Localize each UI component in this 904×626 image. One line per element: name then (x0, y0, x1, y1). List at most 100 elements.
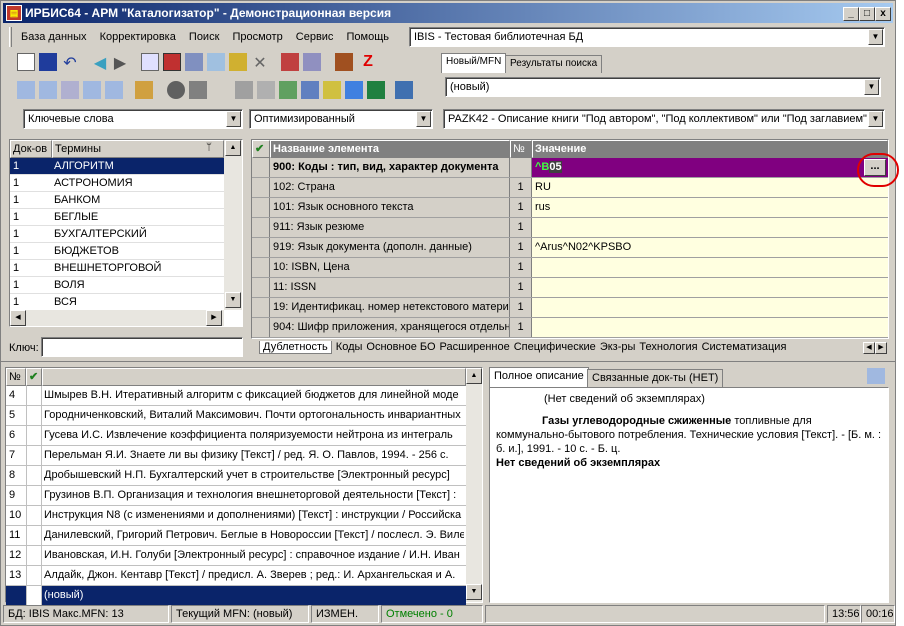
dict-row[interactable]: 1 БАНКОМ (10, 192, 224, 209)
result-row[interactable]: 7 Перельман Я.И. Знаете ли вы физику [Тек… (6, 446, 466, 466)
print-preview-icon[interactable] (257, 81, 275, 99)
table-icon[interactable] (163, 53, 181, 71)
tab-systematization[interactable]: Систематизация (702, 341, 787, 353)
result-row-check[interactable] (26, 506, 42, 525)
menu-search[interactable]: Поиск (189, 31, 219, 43)
undo-icon[interactable]: ↶ (61, 53, 79, 72)
editor-row[interactable]: 919: Язык документа (дополн. данные) 1 ^Ar… (252, 238, 888, 258)
tab-search-results[interactable]: Результаты поиска (505, 55, 603, 73)
dict-row[interactable]: 1 ВОЛЯ (10, 277, 224, 294)
editor-row[interactable]: 101: Язык основного текста 1 rus (252, 198, 888, 218)
search-type-select[interactable]: Ключевые слова ▼ (23, 109, 243, 129)
z3950-icon[interactable]: Z (359, 53, 377, 71)
result-row-check[interactable] (26, 426, 42, 445)
scroll-down-icon[interactable]: ▼ (466, 584, 482, 600)
results-col-check[interactable]: ✔ (26, 368, 42, 386)
dict-hscroll[interactable]: ◀ ▶ (10, 310, 224, 326)
menu-database[interactable]: База данных (21, 31, 87, 43)
splitter[interactable] (1, 361, 895, 362)
tab-technology[interactable]: Технология (639, 341, 697, 353)
worksheet-select[interactable]: PAZK42 - Описание книги "Под автором", "… (443, 109, 885, 129)
menu-view[interactable]: Просмотр (232, 31, 282, 43)
editor-row-value[interactable] (532, 278, 888, 297)
dict-vscroll[interactable]: ▲ ▼ (224, 140, 242, 310)
chevron-down-icon[interactable]: ▼ (416, 111, 431, 127)
chevron-down-icon[interactable]: ▼ (226, 111, 241, 127)
help-icon[interactable] (395, 81, 413, 99)
tab-codes[interactable]: Коды (336, 341, 363, 353)
result-row-check[interactable] (26, 566, 42, 585)
dict-row[interactable]: 1 БЕГЛЫЕ (10, 209, 224, 226)
results-col-no[interactable]: № (6, 368, 26, 386)
tab-full-desc[interactable]: Полное описание (489, 367, 589, 387)
tab-doublets[interactable]: Дублетность (259, 341, 332, 354)
search-mode-select[interactable]: Оптимизированный ▼ (249, 109, 433, 129)
result-row-check[interactable] (26, 526, 42, 545)
tab-new-mfn[interactable]: Новый/MFN (441, 53, 507, 73)
back-icon[interactable]: ◀ (91, 53, 109, 72)
view-icon[interactable] (167, 81, 185, 99)
result-row-check[interactable] (26, 586, 42, 605)
result-row[interactable]: 6 Гусева И.С. Извлечение коэффициента пол… (6, 426, 466, 446)
tree-icon[interactable] (207, 53, 225, 71)
result-row-check[interactable] (26, 546, 42, 565)
editor-row[interactable]: 900: Коды : тип, вид, характер документа… (252, 158, 888, 178)
tab-copies[interactable]: Экз-ры (600, 341, 636, 353)
editor-row[interactable]: 102: Страна 1 RU (252, 178, 888, 198)
tab-extended[interactable]: Расширенное (440, 341, 510, 353)
database-select[interactable]: IBIS - Тестовая библиотечная БД ▼ (409, 27, 885, 47)
copy-record-icon[interactable] (141, 53, 159, 71)
menu-help[interactable]: Помощь (347, 31, 390, 43)
dict-row[interactable]: 1 БУХГАЛТЕРСКИЙ (10, 226, 224, 243)
result-row-check[interactable] (26, 486, 42, 505)
save-icon[interactable] (39, 53, 57, 71)
print-icon[interactable] (235, 81, 253, 99)
dict-col-docs[interactable]: Док-ов (10, 140, 52, 158)
scroll-up-icon[interactable]: ▲ (466, 368, 482, 384)
editor-row-value[interactable]: ^Arus^N02^KPSBO (532, 238, 888, 257)
result-row-check[interactable] (26, 386, 42, 405)
minimize-button[interactable]: _ (843, 7, 859, 21)
result-row[interactable]: 12 Ивановская, И.Н. Голуби [Электронный р… (6, 546, 466, 566)
col-value[interactable]: Значение (532, 140, 888, 158)
result-row-check[interactable] (26, 466, 42, 485)
result-row[interactable]: 11 Данилевский, Григорий Петрович. Беглые… (6, 526, 466, 546)
dict-row[interactable]: 1 ВСЯ (10, 294, 224, 311)
filter-icon[interactable] (335, 53, 353, 71)
word-icon[interactable] (345, 81, 363, 99)
print-desc-icon[interactable] (867, 368, 885, 384)
import-icon[interactable] (281, 53, 299, 71)
chevron-down-icon[interactable]: ▼ (868, 111, 883, 127)
results-vscroll[interactable]: ▲ ▼ (466, 368, 482, 602)
editor-row-value[interactable] (532, 318, 888, 337)
tabs-left-icon[interactable]: ◀ (863, 342, 875, 354)
dict-row[interactable]: 1 АСТРОНОМИЯ (10, 175, 224, 192)
hand-icon[interactable] (135, 81, 153, 99)
col-repeat-no[interactable]: № (510, 140, 532, 158)
editor-row[interactable]: 10: ISBN, Цена 1 (252, 258, 888, 278)
forward-icon[interactable]: ▶ (111, 53, 129, 72)
tab-linked-docs[interactable]: Связанные док-ты (НЕТ) (587, 369, 724, 387)
editor-row-value[interactable] (532, 258, 888, 277)
dict-row[interactable]: 1 АЛГОРИТМ (10, 158, 224, 175)
dict-row[interactable]: 1 БЮДЖЕТОВ (10, 243, 224, 260)
editor-row[interactable]: 911: Язык резюме 1 (252, 218, 888, 238)
tab-specific[interactable]: Специфические (514, 341, 596, 353)
result-row[interactable]: (новый) (6, 586, 466, 606)
mfn-select[interactable]: (новый) ▼ (445, 77, 881, 97)
search-list-icon[interactable] (105, 81, 123, 99)
result-row-check[interactable] (26, 446, 42, 465)
tab-main[interactable]: Основное БО (366, 341, 435, 353)
dict-row[interactable]: 1 ВНЕШНЕТОРГОВОЙ (10, 260, 224, 277)
report-icon[interactable] (279, 81, 297, 99)
scroll-up-icon[interactable]: ▲ (225, 140, 241, 156)
export-icon[interactable] (185, 53, 203, 71)
col-element-name[interactable]: Название элемента (270, 140, 510, 158)
editor-row-value[interactable]: rus (532, 198, 888, 217)
result-row[interactable]: 13 Алдайк, Джон. Кентавр [Текст] / предис… (6, 566, 466, 586)
search-advanced-icon[interactable] (39, 81, 57, 99)
pin-icon[interactable]: ᛘ (206, 142, 212, 153)
excel-icon[interactable] (367, 81, 385, 99)
close-button[interactable]: x (875, 7, 891, 21)
chevron-down-icon[interactable]: ▼ (868, 29, 883, 45)
